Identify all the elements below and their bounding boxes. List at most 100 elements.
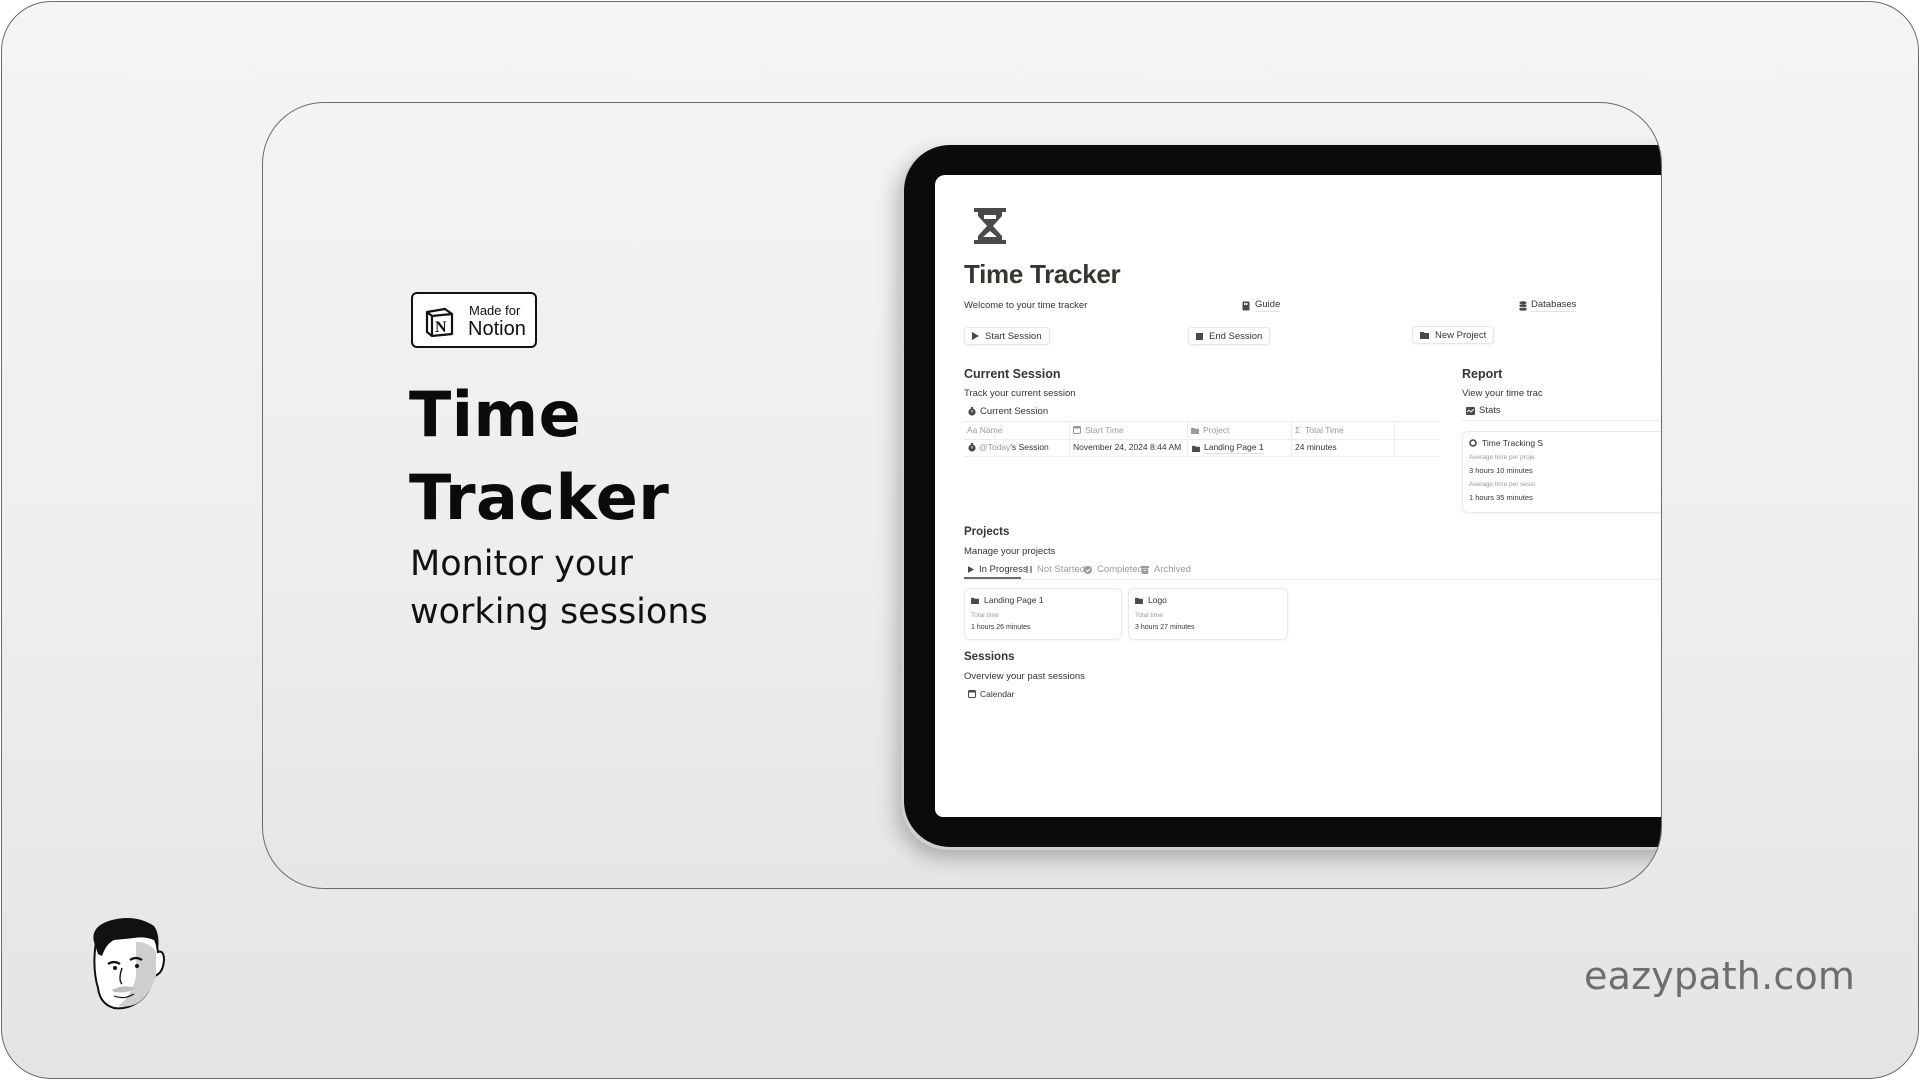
folder-icon: [971, 597, 979, 604]
column-divider: [1394, 421, 1395, 456]
cell-start-time: November 24, 2024 8:44 AM: [1073, 442, 1182, 452]
calendar-icon: [1073, 426, 1081, 434]
badge-line2: Notion: [468, 318, 526, 340]
sessions-description: Overview your past sessions: [964, 671, 1085, 682]
made-for-notion-badge: N Made for Notion: [411, 292, 537, 348]
hero-subtitle-line2: working sessions: [410, 592, 708, 632]
table-border: [964, 439, 1440, 440]
cell-project[interactable]: Landing Page 1: [1192, 442, 1264, 454]
tabs-divider: [964, 579, 1661, 580]
formula-icon: Σ: [1295, 425, 1301, 435]
tablet-mockup: Time Tracker Welcome to your time tracke…: [904, 145, 1661, 847]
hero-title: Time Tracker: [409, 373, 669, 539]
project-card-value: 1 hours 26 minutes: [971, 624, 1031, 631]
stat-label: Average time per proje: [1469, 454, 1535, 461]
tab-not-started[interactable]: Not Started: [1026, 564, 1085, 575]
session-name: 's Session: [1010, 442, 1049, 452]
hero-subtitle-line1: Monitor your: [410, 544, 633, 584]
start-session-label: Start Session: [985, 330, 1042, 342]
folder-icon: [1420, 332, 1429, 339]
column-divider: [1187, 421, 1188, 456]
new-project-label: New Project: [1435, 329, 1487, 341]
new-project-button[interactable]: New Project: [1412, 326, 1495, 344]
stopwatch-icon: [968, 407, 976, 416]
project-card[interactable]: Logo Total time 3 hours 27 minutes: [1128, 588, 1288, 640]
project-card-title: Logo: [1135, 595, 1167, 605]
folder-icon: [1192, 445, 1200, 452]
end-session-label: End Session: [1209, 330, 1263, 342]
current-session-view-label: Current Session: [980, 406, 1049, 417]
column-header-start-time[interactable]: Start Time: [1073, 425, 1124, 435]
website-url[interactable]: eazypath.com: [1584, 954, 1855, 998]
cell-total-time: 24 minutes: [1295, 442, 1337, 452]
play-icon: [968, 566, 974, 573]
date-mention[interactable]: @Today: [979, 442, 1010, 452]
column-header-total-time[interactable]: Σ Total Time: [1295, 425, 1344, 435]
projects-description: Manage your projects: [964, 546, 1056, 557]
databases-link-label: Databases: [1531, 299, 1577, 312]
hero-title-line1: Time: [409, 378, 582, 451]
calendar-icon: [968, 690, 976, 698]
table-row[interactable]: @Today's Session: [968, 442, 1049, 452]
project-card[interactable]: Landing Page 1 Total time 1 hours 26 min…: [964, 588, 1122, 640]
tab-archived[interactable]: Archived: [1141, 564, 1191, 575]
databases-link[interactable]: Databases: [1519, 299, 1577, 312]
tab-completed[interactable]: Completed: [1084, 564, 1143, 575]
badge-line1: Made for: [469, 303, 521, 318]
pause-icon: [1026, 566, 1032, 573]
folder-icon: [1191, 427, 1199, 434]
stop-icon: [1196, 332, 1203, 340]
project-card-field-label: Total time: [971, 612, 999, 619]
hourglass-icon: [974, 208, 1006, 244]
stat-label: Average time per sessi: [1469, 481, 1535, 488]
project-card-title: Landing Page 1: [971, 595, 1044, 605]
book-icon: [1242, 301, 1250, 310]
current-session-description: Track your current session: [964, 388, 1076, 399]
calendar-view-tab[interactable]: Calendar: [968, 689, 1015, 699]
guide-link[interactable]: Guide: [1242, 299, 1281, 312]
stats-card-title: Time Tracking S: [1469, 438, 1543, 448]
column-divider: [1291, 421, 1292, 456]
database-icon: [1519, 300, 1527, 311]
svg-text:N: N: [435, 319, 447, 336]
start-session-button[interactable]: Start Session: [964, 327, 1050, 345]
hero-title-line2: Tracker: [409, 461, 670, 534]
table-border: [964, 421, 1440, 422]
column-header-project[interactable]: Project: [1191, 425, 1229, 435]
stat-value: 3 hours 10 minutes: [1469, 466, 1533, 475]
page-title: Time Tracker: [964, 259, 1121, 289]
stats-view-tab[interactable]: Stats: [1466, 405, 1501, 416]
notion-logo-icon: N: [425, 307, 454, 337]
guide-link-label: Guide: [1255, 299, 1281, 312]
author-avatar: [93, 918, 166, 1010]
project-card-field-label: Total time: [1135, 612, 1163, 619]
divider: [1462, 420, 1661, 421]
text-property-icon: Aa: [967, 425, 978, 435]
stat-value: 1 hours 35 minutes: [1469, 493, 1533, 502]
column-header-name[interactable]: Aa Name: [967, 425, 1002, 435]
current-session-heading: Current Session: [964, 367, 1061, 381]
report-heading: Report: [1462, 367, 1503, 381]
chart-icon: [1466, 406, 1475, 415]
archive-icon: [1141, 565, 1149, 574]
play-icon: [972, 332, 979, 340]
stats-card[interactable]: Time Tracking S Average time per proje 3…: [1462, 431, 1661, 513]
notion-page-screen: Time Tracker Welcome to your time tracke…: [935, 175, 1661, 817]
sessions-heading: Sessions: [964, 651, 1015, 663]
hero-subtitle: Monitor your working sessions: [410, 540, 708, 636]
column-divider: [1069, 421, 1070, 456]
current-session-view-tab[interactable]: Current Session: [968, 406, 1048, 417]
table-border: [964, 456, 1440, 457]
slide-frame: N Made for Notion Time Tracker Monitor y…: [1, 1, 1919, 1079]
tab-in-progress[interactable]: In Progress: [968, 564, 1028, 575]
check-circle-icon: [1084, 565, 1092, 574]
projects-heading: Projects: [964, 526, 1010, 538]
welcome-text: Welcome to your time tracker: [964, 300, 1088, 311]
project-card-value: 3 hours 27 minutes: [1135, 624, 1195, 631]
folder-icon: [1135, 597, 1143, 604]
report-description: View your time trac: [1462, 388, 1543, 399]
loading-icon: [1469, 439, 1477, 447]
end-session-button[interactable]: End Session: [1188, 327, 1271, 345]
promo-card: N Made for Notion Time Tracker Monitor y…: [262, 102, 1662, 889]
stopwatch-icon: [968, 442, 976, 452]
